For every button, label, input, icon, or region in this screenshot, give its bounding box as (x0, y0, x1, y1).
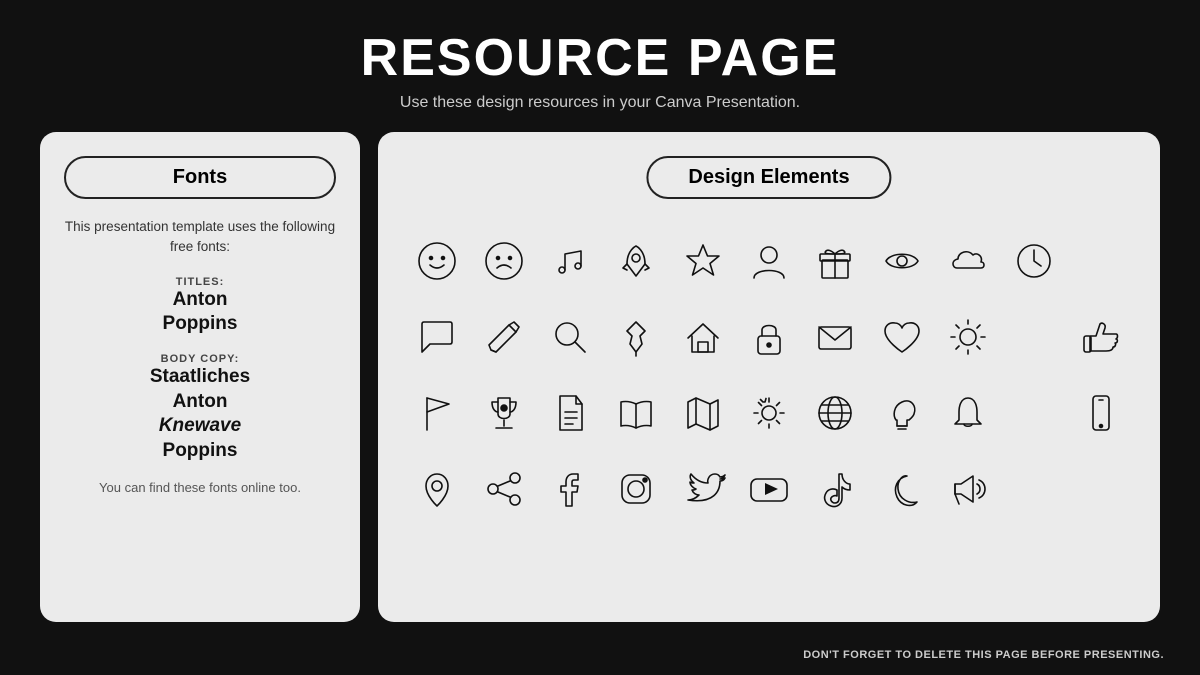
fonts-panel-title: Fonts (64, 156, 336, 199)
icon-sun (937, 301, 999, 373)
body-font-group: BODY COPY: Staatliches Anton Knewave Pop… (64, 353, 336, 464)
icon-location (406, 453, 468, 525)
icon-mail (804, 301, 866, 373)
icon-chat (406, 301, 468, 373)
icon-trophy (472, 377, 534, 449)
icon-spacer-2 (1003, 301, 1065, 373)
page-title: RESOURCE PAGE (0, 28, 1200, 88)
icon-bell (937, 377, 999, 449)
titles-font-group: TITLES: Anton Poppins (64, 276, 336, 337)
page-subtitle: Use these design resources in your Canva… (0, 94, 1200, 112)
icon-flag (406, 377, 468, 449)
font-anton: Anton (64, 288, 336, 313)
icon-sad (472, 225, 534, 297)
icon-heart (871, 301, 933, 373)
icon-facebook (539, 453, 601, 525)
body-label: BODY COPY: (64, 353, 336, 365)
fonts-description: This presentation template uses the foll… (64, 217, 336, 258)
icon-lock (738, 301, 800, 373)
icon-pencil (472, 301, 534, 373)
icon-moon (871, 453, 933, 525)
design-elements-title: Design Elements (646, 156, 891, 199)
icon-youtube (738, 453, 800, 525)
font-anton-body: Anton (64, 390, 336, 415)
icon-eye (871, 225, 933, 297)
icon-spacer-1 (1070, 225, 1132, 297)
icon-search (539, 301, 601, 373)
icon-thumbsup (1070, 301, 1132, 373)
icon-music (539, 225, 601, 297)
icon-document (539, 377, 601, 449)
icon-globe (804, 377, 866, 449)
icon-rocket (605, 225, 667, 297)
icon-gear (738, 377, 800, 449)
icon-instagram (605, 453, 667, 525)
icon-twitter (671, 453, 733, 525)
font-poppins-title: Poppins (64, 312, 336, 337)
font-staatliches: Staatliches (64, 365, 336, 390)
design-elements-panel: Design Elements (378, 132, 1160, 622)
icon-mobile (1070, 377, 1132, 449)
icon-gift (804, 225, 866, 297)
icon-megaphone (937, 453, 999, 525)
font-knewave: Knewave (64, 414, 336, 439)
icon-home (671, 301, 733, 373)
icons-grid (406, 225, 1132, 525)
titles-label: TITLES: (64, 276, 336, 288)
icon-star (671, 225, 733, 297)
font-poppins-body: Poppins (64, 439, 336, 464)
icon-cloud (937, 225, 999, 297)
fonts-panel: Fonts This presentation template uses th… (40, 132, 360, 622)
icon-smiley (406, 225, 468, 297)
icon-map (671, 377, 733, 449)
footer-note: DON'T FORGET TO DELETE THIS PAGE BEFORE … (803, 649, 1164, 661)
icon-spacer-3 (1003, 377, 1065, 449)
page-header: RESOURCE PAGE Use these design resources… (0, 0, 1200, 122)
icon-tiktok (804, 453, 866, 525)
icon-book (605, 377, 667, 449)
main-content: Fonts This presentation template uses th… (0, 132, 1200, 622)
icon-user (738, 225, 800, 297)
icon-share (472, 453, 534, 525)
icon-spacer-4 (1003, 453, 1065, 525)
icon-lightbulb (871, 377, 933, 449)
online-note: You can find these fonts online too. (64, 480, 336, 495)
icon-pin (605, 301, 667, 373)
icon-clock (1003, 225, 1065, 297)
